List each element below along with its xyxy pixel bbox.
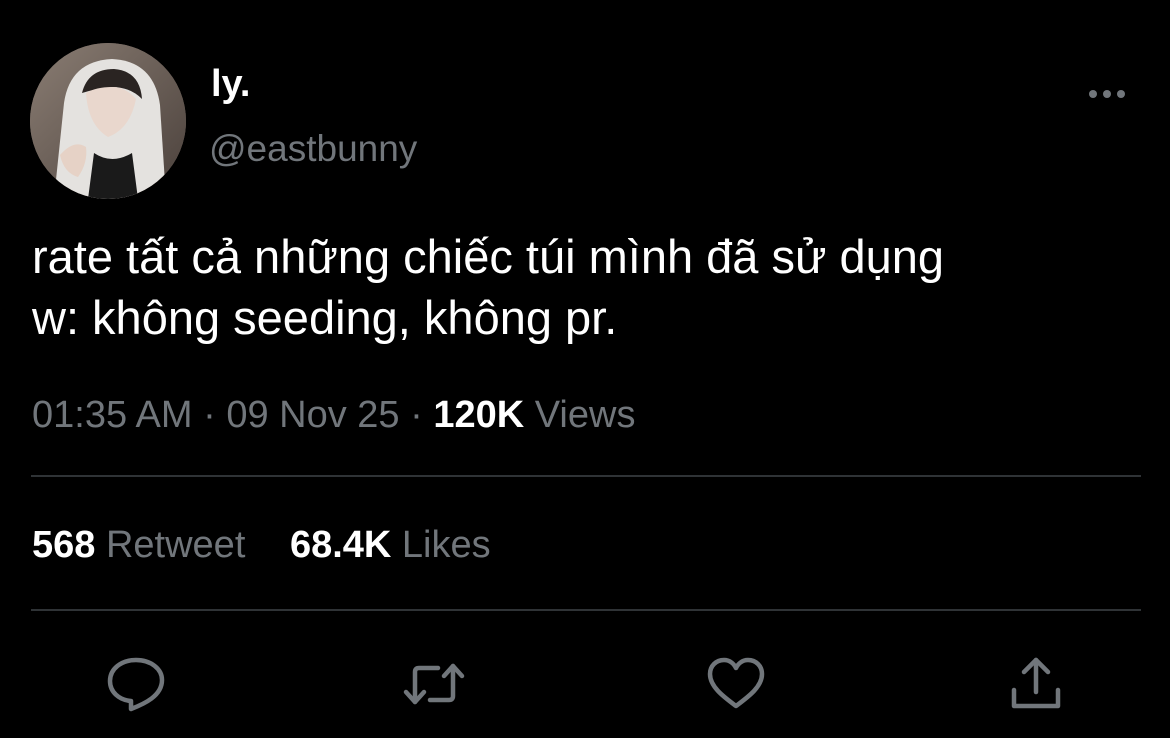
heart-icon xyxy=(707,657,765,709)
reply-button[interactable] xyxy=(104,652,168,716)
display-name[interactable]: ly. xyxy=(211,62,250,106)
share-icon xyxy=(1011,657,1061,709)
more-options-icon[interactable] xyxy=(1086,84,1128,104)
share-button[interactable] xyxy=(1004,652,1068,716)
meta-separator: · xyxy=(203,394,216,436)
avatar-photo xyxy=(30,43,186,199)
user-handle[interactable]: @eastbunny xyxy=(209,127,417,171)
likes-stat[interactable]: 68.4K Likes xyxy=(290,522,491,568)
divider xyxy=(31,609,1141,611)
retweets-count: 568 xyxy=(32,524,96,566)
retweets-label: Retweet xyxy=(105,524,246,566)
tweet-text-line: w: không seeding, không pr. xyxy=(32,291,618,344)
divider xyxy=(31,475,1141,477)
tweet-metadata: 01:35 AM · 09 Nov 25 · 120K Views xyxy=(32,392,635,438)
tweet-detail: ly. @eastbunny rate tất cả những chiếc t… xyxy=(0,0,1170,738)
like-button[interactable] xyxy=(704,652,768,716)
retweet-icon xyxy=(403,663,465,705)
likes-count: 68.4K xyxy=(289,524,392,566)
retweet-button[interactable] xyxy=(402,652,466,716)
tweet-text: rate tất cả những chiếc túi mình đã sử d… xyxy=(32,226,1152,348)
retweets-stat[interactable]: 568 Retweet xyxy=(32,522,245,568)
meta-separator: · xyxy=(410,394,423,436)
views-count: 120K xyxy=(433,394,525,436)
likes-label: Likes xyxy=(401,524,491,566)
engagement-stats: 568 Retweet 68.4K Likes xyxy=(32,522,491,568)
avatar[interactable] xyxy=(30,43,186,199)
tweet-text-line: rate tất cả những chiếc túi mình đã sử d… xyxy=(32,230,945,283)
tweet-date[interactable]: 09 Nov 25 xyxy=(226,394,399,436)
views-label: Views xyxy=(534,394,636,436)
comment-icon xyxy=(107,657,165,712)
tweet-time[interactable]: 01:35 AM xyxy=(32,394,193,436)
